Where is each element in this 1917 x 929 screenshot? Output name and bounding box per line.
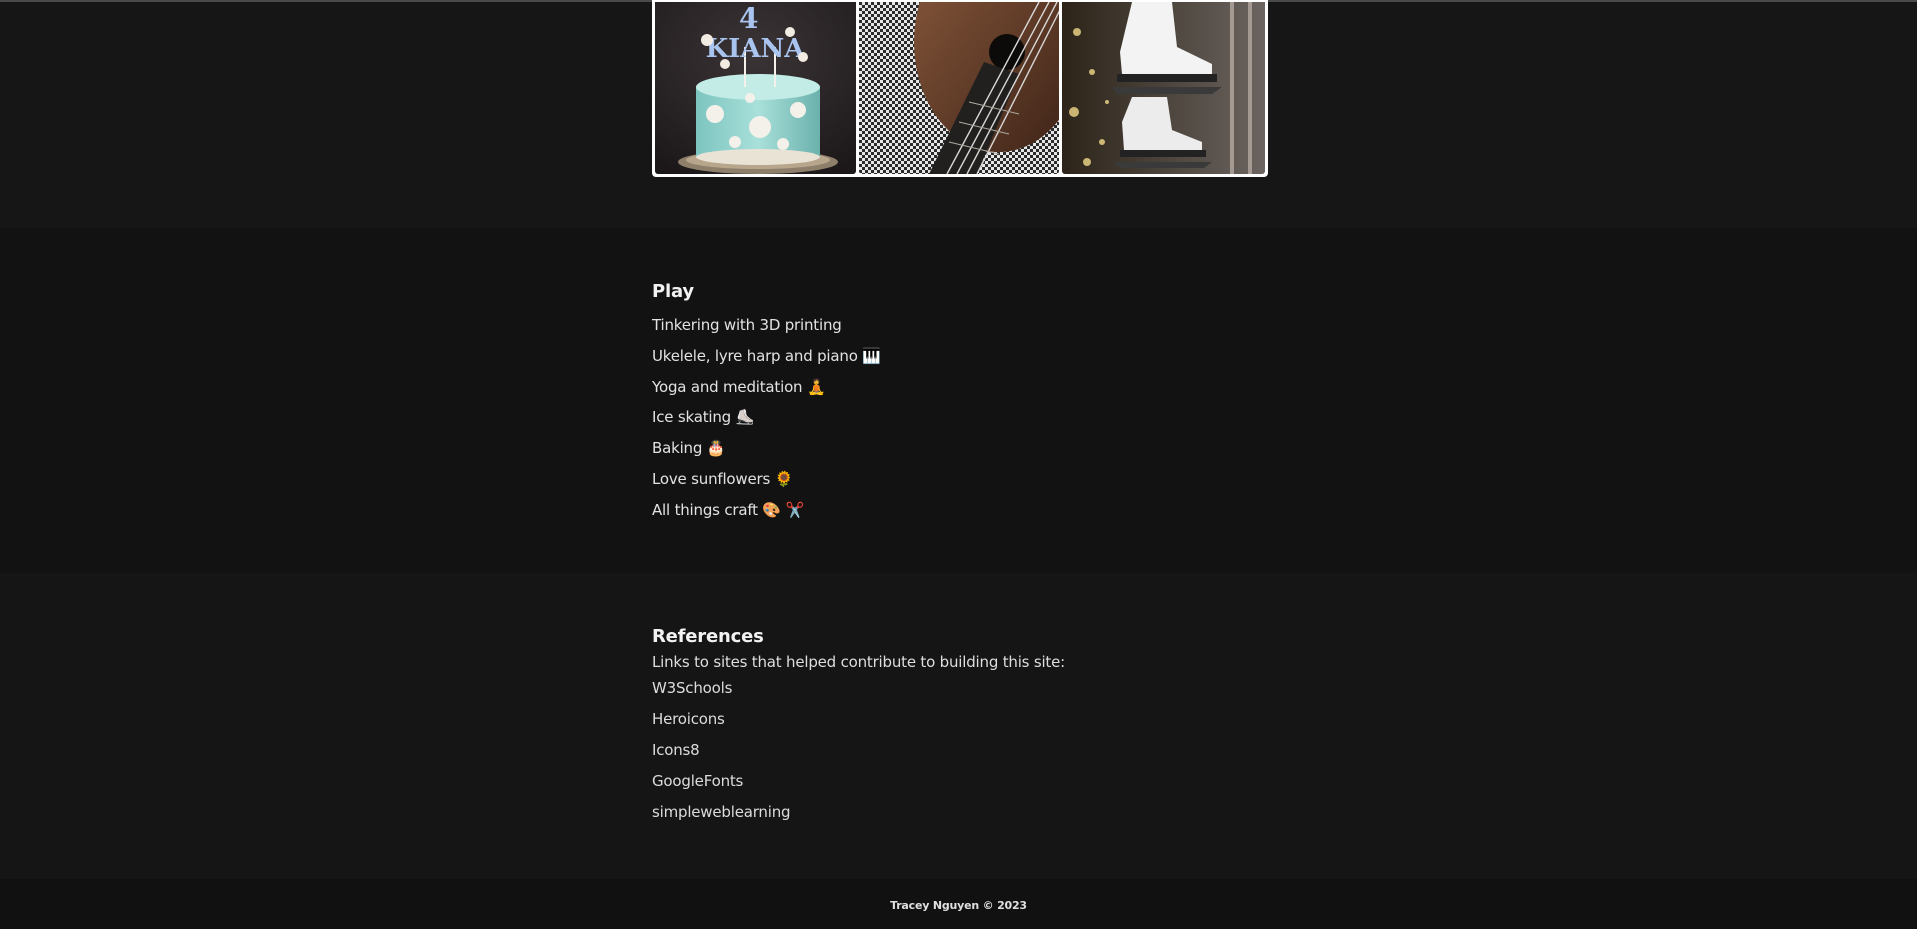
reference-link-googlefonts[interactable]: GoogleFonts [652,772,743,790]
reference-item: GoogleFonts [652,766,1352,797]
references-intro: Links to sites that helped contribute to… [652,653,1065,671]
play-item: Ukelele, lyre harp and piano 🎹 [652,341,1352,372]
footer-copyright: Tracey Nguyen © 2023 [890,899,1027,912]
play-item-text: Baking [652,439,703,458]
play-heading: Play [652,281,694,302]
sunflower-icon: 🌻 [774,469,794,488]
ice-skate-icon: ⛸️ [735,408,755,427]
play-item-text: All things craft [652,500,758,519]
reference-link-heroicons[interactable]: Heroicons [652,710,725,728]
reference-item: Icons8 [652,735,1352,766]
reference-item: Heroicons [652,704,1352,735]
meditation-icon: 🧘 [806,377,826,396]
play-item: All things craft 🎨 ✂️ [652,495,1352,526]
svg-text:4: 4 [739,2,758,35]
play-item-text: Love sunflowers [652,469,771,488]
reference-item: simpleweblearning [652,797,1352,828]
palette-scissors-icon: 🎨 ✂️ [762,500,804,519]
play-item: Yoga and meditation 🧘 [652,372,1352,403]
piano-icon: 🎹 [862,346,881,365]
reference-link-w3schools[interactable]: W3Schools [652,679,732,697]
play-item: Ice skating ⛸️ [652,402,1352,433]
reference-link-simpleweblearning[interactable]: simpleweblearning [652,803,791,821]
play-item: Baking 🎂 [652,433,1352,464]
references-section: References Links to sites that helped co… [652,625,1352,828]
play-item: Tinkering with 3D printing [652,310,1352,341]
play-item-text: Ukelele, lyre harp and piano [652,346,858,365]
ice-skates-photo [1062,2,1265,174]
reference-link-icons8[interactable]: Icons8 [652,741,700,759]
play-item: Love sunflowers 🌻 [652,464,1352,495]
reference-item: W3Schools [652,673,1352,704]
play-item-text: Tinkering with 3D printing [652,316,842,334]
play-section: Play Tinkering with 3D printing Ukelele,… [652,280,1352,526]
play-item-text: Yoga and meditation [652,377,803,396]
cake-topper-text: KIANA [706,34,806,64]
ukulele-photo [859,2,1059,174]
play-list: Tinkering with 3D printing Ukelele, lyre… [652,310,1352,526]
photo-gallery: KIANA 4 [652,0,1268,177]
play-item-text: Ice skating [652,408,731,427]
cake-icon: 🎂 [706,439,726,458]
references-heading: References [652,626,764,647]
references-list: W3Schools Heroicons Icons8 GoogleFonts s… [652,673,1352,828]
cake-photo: KIANA 4 [655,2,856,174]
